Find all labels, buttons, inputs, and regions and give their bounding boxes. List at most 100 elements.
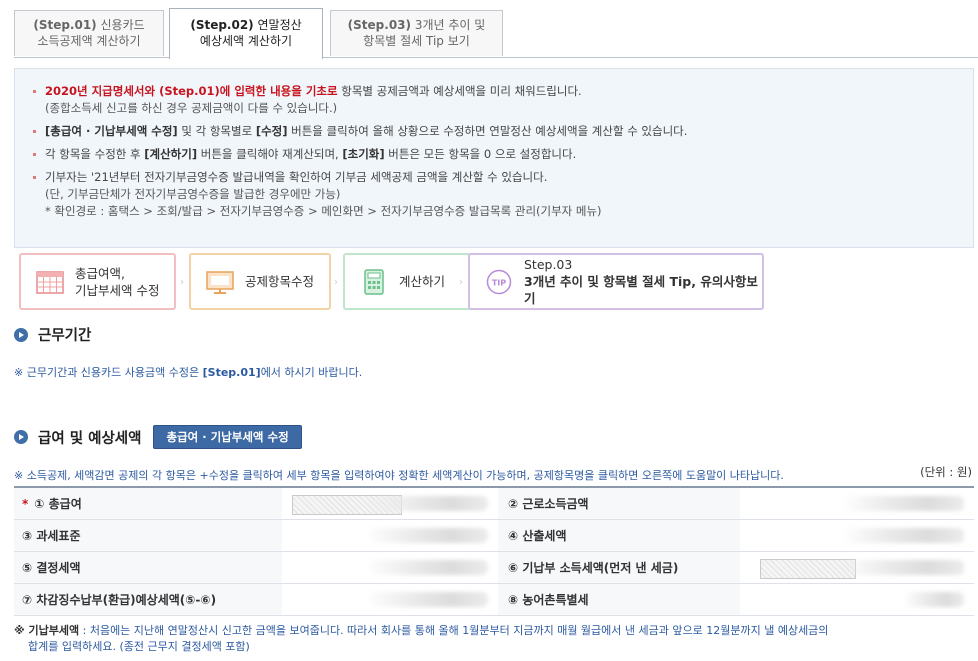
tab-step02-label2: 예상세액 계산하기 [199, 34, 293, 48]
footnote-bold: ※ 기납부세액 [14, 624, 80, 637]
info-line-2-text1: 및 각 항목별로 [177, 124, 256, 138]
step1-label1: 총급여액, [75, 265, 125, 281]
tab-step02-step: (Step.02) [190, 18, 254, 32]
expected-refund-label: ⑦ 차감징수납부(환급)예상세액(⑤-⑥) [22, 593, 217, 607]
tax-base-value [282, 520, 498, 551]
row-label-tax-base[interactable]: ③ 과세표준 [14, 520, 282, 551]
calculated-tax-value [740, 520, 974, 551]
work-period-title: 근무기간 [38, 328, 92, 344]
section-bullet-icon [14, 327, 28, 342]
bullet-icon [33, 153, 36, 156]
info-line-4-text: 기부자는 '21년부터 전자기부금영수증 발급내역을 확인하여 기부금 세액공제… [45, 170, 548, 184]
work-period-heading: 근무기간 [14, 324, 91, 345]
work-period-note-bold: [Step.01] [202, 366, 261, 379]
step4-label2: 3개년 추이 및 항목별 절세 Tip, 유의사항보기 [524, 274, 758, 306]
step4-label1: Step.03 [524, 257, 573, 272]
step-arrow-icon: › [180, 277, 184, 288]
footnote-text: : 처음에는 지난해 연말정산시 신고한 금액을 보여줍니다. 따라서 회사를 … [79, 624, 829, 637]
prepaid-tax-label: ⑥ 기납부 소득세액(먼저 낸 세금) [508, 561, 679, 575]
blurred-value [368, 592, 488, 607]
work-period-note-prefix: ※ 근무기간과 신용카드 사용금액 수정은 [14, 366, 203, 379]
row-label-calculated-tax[interactable]: ④ 산출세액 [498, 520, 740, 551]
row-label-expected-refund[interactable]: ⑦ 차감징수납부(환급)예상세액(⑤-⑥) [14, 584, 282, 615]
tabs-divider [14, 57, 978, 58]
tab-step01-label2: 소득공제액 계산하기 [37, 34, 141, 48]
tab-step01-label1: 신용카드 [100, 18, 145, 32]
row-label-rural-tax[interactable]: ⑧ 농어촌특별세 [498, 584, 740, 615]
table-row: ⑦ 차감징수납부(환급)예상세액(⑤-⑥) ⑧ 농어촌특별세 [14, 584, 974, 616]
prepaid-tax-value [740, 552, 974, 583]
step2-label: 공제항목수정 [245, 274, 315, 289]
info-line-4-sub1: (단, 기부금단체가 전자기부금영수증을 발급한 경우에만 가능) [45, 187, 341, 201]
tip-icon: TIP [484, 269, 514, 295]
tab-step01-step: (Step.01) [33, 18, 97, 32]
bullet-icon [33, 176, 36, 179]
calculator-icon [359, 268, 389, 295]
tab-step03[interactable]: (Step.03) 3개년 추이 및 항목별 절세 Tip 보기 [330, 10, 503, 56]
edit-salary-tax-button[interactable]: 총급여 · 기납부세액 수정 [153, 425, 302, 449]
info-line-4-sub2: * 확인경로 : 홈택스 > 조회/발급 > 전자기부금영수증 > 메인화면 >… [45, 204, 602, 218]
info-box: 2020년 지급명세서와 (Step.01)에 입력한 내용을 기초로 항목별 … [14, 68, 974, 248]
salary-title: 급여 및 예상세액 [38, 430, 142, 447]
required-mark: * [22, 496, 29, 511]
blurred-value [904, 592, 964, 607]
step-edit-deductions-button[interactable]: 공제항목수정 [189, 253, 331, 310]
info-line-3: 각 항목을 수정한 후 [계산하기] 버튼을 클릭해야 재계산되며, [초기화]… [31, 146, 973, 163]
monitor-icon [205, 269, 235, 295]
expected-refund-value [282, 584, 498, 615]
blurred-value [844, 560, 964, 575]
step-tips-button[interactable]: TIP Step.03 3개년 추이 및 항목별 절세 Tip, 유의사항보기 [468, 253, 764, 310]
determined-tax-label: ⑤ 결정세액 [22, 561, 81, 575]
tip-icon-text: TIP [492, 278, 506, 287]
tab-step03-label2: 항목별 절세 Tip 보기 [363, 34, 470, 48]
determined-tax-value [282, 552, 498, 583]
info-line-3-text2: 버튼을 클릭해야 재계산되며, [197, 147, 343, 161]
info-line-3-text1: 각 항목을 수정한 후 [45, 147, 145, 161]
footnote-text2: 합계를 입력하세요. (종전 근무지 결정세액 포함) [28, 640, 250, 653]
info-line-2: [총급여 · 기납부세액 수정] 및 각 항목별로 [수정] 버튼을 클릭하여 … [31, 123, 973, 140]
blurred-value [368, 560, 488, 575]
rural-tax-value [740, 584, 974, 615]
info-line-3-text3: 버튼은 모든 항목을 0 으로 설정합니다. [384, 147, 577, 161]
row-label-prepaid-tax[interactable]: ⑥ 기납부 소득세액(먼저 낸 세금) [498, 552, 740, 583]
earned-income-value [740, 488, 974, 519]
salary-heading: 급여 및 예상세액 총급여 · 기납부세액 수정 [14, 425, 302, 449]
tax-base-label: ③ 과세표준 [22, 529, 81, 543]
work-period-note-suffix: 에서 하시기 바랍니다. [260, 366, 363, 379]
info-line-2-text2: 버튼을 클릭하여 올해 상황으로 수정하면 연말정산 예상세액을 계산할 수 있… [287, 124, 688, 138]
work-period-note: ※ 근무기간과 신용카드 사용금액 수정은 [Step.01]에서 하시기 바랍… [14, 364, 362, 380]
step-edit-salary-button[interactable]: 총급여액, 기납부세액 수정 [19, 253, 176, 310]
tab-step03-step: (Step.03) [347, 18, 412, 32]
unit-label: (단위 : 원) [920, 465, 972, 479]
info-line-1-sub: (종합소득세 신고를 하신 경우 공제금액이 다를 수 있습니다.) [45, 101, 338, 115]
info-line-3-bold1: [계산하기] [144, 147, 198, 161]
tab-step02[interactable]: (Step.02) 연말정산 예상세액 계산하기 [169, 8, 323, 59]
blurred-value [844, 528, 964, 543]
prepaid-tax-input[interactable] [760, 559, 856, 579]
info-line-3-bold2: [초기화] [342, 147, 385, 161]
step1-label2: 기납부세액 수정 [75, 282, 160, 298]
blurred-value [368, 528, 488, 543]
salary-table: * ① 총급여 ② 근로소득금액 ③ 과세표준 ④ 산출세액 ⑤ 결정세액 ⑥ 기… [14, 486, 974, 616]
tab-step03-label1: 3개년 추이 및 [414, 18, 486, 32]
bullet-icon [33, 130, 36, 133]
blurred-value [844, 496, 964, 511]
row-label-determined-tax[interactable]: ⑤ 결정세액 [14, 552, 282, 583]
step-arrow-icon: › [459, 277, 463, 288]
table-row: ③ 과세표준 ④ 산출세액 [14, 520, 974, 552]
row-label-total-salary[interactable]: * ① 총급여 [14, 488, 282, 519]
tab-step02-label1: 연말정산 [257, 18, 302, 32]
calculated-tax-label: ④ 산출세액 [508, 529, 567, 543]
info-line-2-bold2: [수정] [255, 124, 288, 138]
earned-income-label: ② 근로소득금액 [508, 497, 589, 511]
info-line-1-highlight: 2020년 지급명세서와 (Step.01)에 입력한 내용을 기초로 [45, 84, 338, 98]
tab-step01[interactable]: (Step.01) 신용카드 소득공제액 계산하기 [14, 10, 164, 56]
step-arrow-icon: › [334, 277, 338, 288]
rural-tax-label: ⑧ 농어촌특별세 [508, 593, 589, 607]
calendar-icon [35, 269, 65, 295]
info-line-4: 기부자는 '21년부터 전자기부금영수증 발급내역을 확인하여 기부금 세액공제… [31, 169, 973, 220]
row-label-earned-income[interactable]: ② 근로소득금액 [498, 488, 740, 519]
salary-note: ※ 소득공제, 세액감면 공제의 각 항목은 +수정을 클릭하여 세부 항목을 … [14, 469, 784, 482]
total-salary-value [282, 488, 498, 519]
table-row: ⑤ 결정세액 ⑥ 기납부 소득세액(먼저 낸 세금) [14, 552, 974, 584]
